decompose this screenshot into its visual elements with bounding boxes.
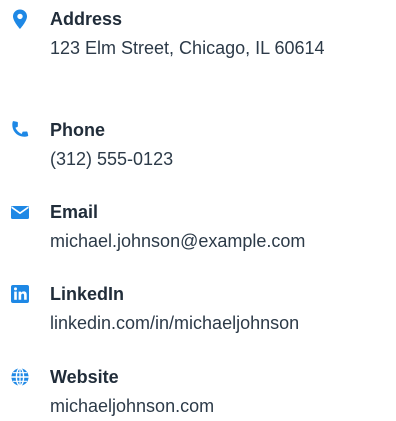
address-value: 123 Elm Street, Chicago, IL 60614 (50, 38, 325, 58)
linkedin-label: LinkedIn (50, 284, 125, 304)
envelope-icon (9, 201, 31, 223)
email-value[interactable]: michael.johnson@example.com (50, 227, 305, 256)
map-pin-icon (9, 8, 31, 30)
globe-icon (9, 366, 31, 388)
phone-label: Phone (50, 120, 106, 140)
phone-icon (9, 119, 31, 141)
linkedin-value[interactable]: linkedin.com/in/michaeljohnson (50, 309, 299, 338)
linkedin-icon (9, 283, 31, 305)
address-label: Address (50, 9, 123, 29)
contact-info-list: Address 123 Elm Street, Chicago, IL 6061… (0, 0, 396, 421)
phone-value[interactable]: (312) 555-0123 (50, 145, 173, 174)
email-label: Email (50, 202, 99, 222)
website-value[interactable]: michaeljohnson.com (50, 392, 214, 421)
website-label: Website (50, 367, 119, 387)
